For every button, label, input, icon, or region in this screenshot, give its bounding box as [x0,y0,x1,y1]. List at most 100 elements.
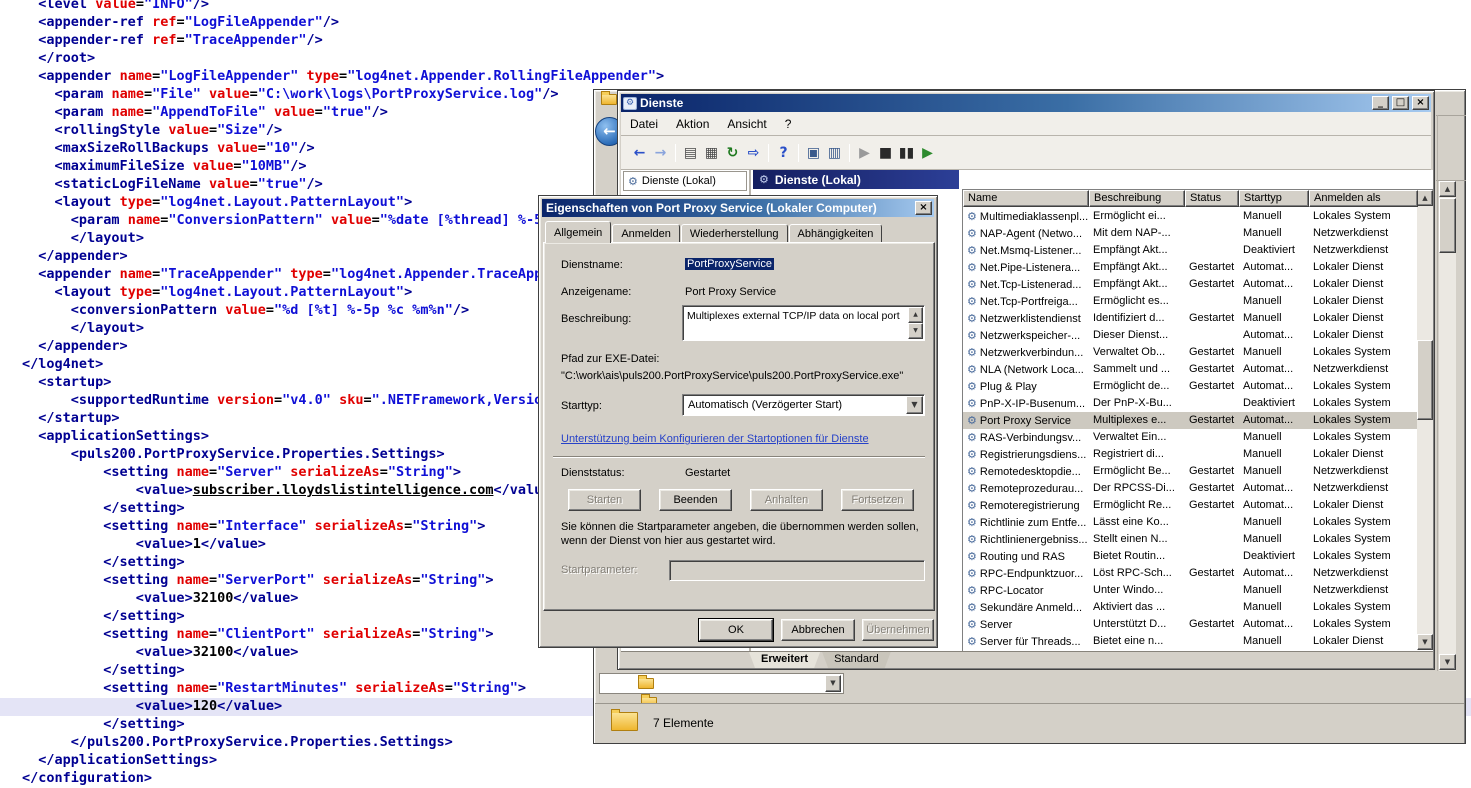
service-row[interactable]: ⚙ NAP-Agent (Netwo...Mit dem NAP-...Manu… [963,225,1417,242]
startup-help-link[interactable]: Unterstützung beim Konfigurieren der Sta… [561,433,869,445]
service-row[interactable]: ⚙ Net.Tcp-Portfreiga...Ermöglicht es...M… [963,293,1417,310]
forward-icon[interactable]: → [650,145,671,161]
explorer-scroll-thumb[interactable] [1439,198,1456,253]
cell: Manuell [1239,599,1309,616]
dialog-titlebar[interactable]: Eigenschaften von Port Proxy Service (Lo… [542,199,934,217]
service-row[interactable]: ⚙ RAS-Verbindungsv...Verwaltet Ein...Man… [963,429,1417,446]
properties-icon[interactable]: ▦ [701,145,722,161]
tree-root-item[interactable]: ⚙ Dienste (Lokal) [623,171,747,191]
fortsetzen-button[interactable]: Fortsetzen [841,489,914,511]
tree-root-label: Dienste (Lokal) [642,175,716,187]
cell: Deaktiviert [1239,242,1309,259]
view-tab-standard[interactable]: Standard [822,652,891,668]
service-row[interactable]: ⚙ NetzwerklistendienstIdentifiziert d...… [963,310,1417,327]
explorer-scroll-down-button[interactable]: ▼ [1439,654,1456,670]
dienstname-value[interactable]: PortProxyService [685,258,774,270]
service-row[interactable]: ⚙ PnP-X-IP-Busenum...Der PnP-X-Bu...Deak… [963,395,1417,412]
explorer-scroll-up-button[interactable]: ▲ [1439,181,1456,197]
section-divider [553,456,925,458]
view-tab-erweitert[interactable]: Erweitert [749,652,820,668]
start-service-icon[interactable]: ▶ [854,145,875,161]
menu-item-datei[interactable]: Datei [621,114,667,134]
starttyp-combobox[interactable]: Automatisch (Verzögerter Start) ▼ [682,394,925,416]
service-row[interactable]: ⚙ Remoteprozedurau...Der RPCSS-Di...Gest… [963,480,1417,497]
scroll-down-button[interactable]: ▼ [1417,634,1433,650]
service-row[interactable]: ⚙ RPC-LocatorUnter Windo...ManuellNetzwe… [963,582,1417,599]
service-row[interactable]: ⚙ Net.Msmq-Listener...Empfängt Akt...Dea… [963,242,1417,259]
scroll-thumb[interactable] [1417,340,1433,420]
help-icon[interactable]: ? [773,145,794,161]
dialog-tab-abhängigkeiten[interactable]: Abhängigkeiten [789,224,883,243]
dialog-close-button[interactable]: × [915,201,932,215]
service-row[interactable]: ⚙ RemoteregistrierungErmöglicht Re...Ges… [963,497,1417,514]
restart-service-icon[interactable]: ▶ [917,145,938,161]
export-list-icon[interactable]: ⇨ [743,145,764,161]
show-console-tree-icon[interactable]: ▤ [680,145,701,161]
scroll-up-button[interactable]: ▲ [1417,190,1433,206]
combo-dropdown-icon[interactable]: ▼ [825,675,841,692]
starten-button[interactable]: Starten [568,489,641,511]
service-icon: ⚙ [967,261,977,274]
beschreibung-textbox[interactable]: Multiplexes external TCP/IP data on loca… [682,305,925,341]
service-row[interactable]: ⚙ Remotedesktopdie...Ermöglicht Be...Ges… [963,463,1417,480]
close-button[interactable]: × [1412,96,1429,110]
column-header-starttyp[interactable]: Starttyp [1239,190,1309,207]
pause-service-icon[interactable]: ▮▮ [896,145,917,161]
anhalten-button[interactable]: Anhalten [750,489,823,511]
cell: Unter Windo... [1089,582,1185,599]
list-scrollbar[interactable]: ▲ ▼ [1417,190,1433,650]
übernehmen-button[interactable]: Übernehmen [862,619,934,641]
service-row[interactable]: ⚙ ServerUnterstützt D...GestartetAutomat… [963,616,1417,633]
cell: ⚙ RAS-Verbindungsv... [963,429,1089,446]
folder-combo[interactable]: ▼ [599,673,844,694]
minimize-button[interactable]: _ [1372,96,1389,110]
service-row[interactable]: ⚙ Port Proxy ServiceMultiplexes e...Gest… [963,412,1417,429]
menu-item-help[interactable]: ? [776,114,801,134]
service-row[interactable]: ⚙ Sekundäre Anmeld...Aktiviert das ...Ma… [963,599,1417,616]
starttyp-dropdown-icon[interactable]: ▼ [906,396,923,414]
service-row[interactable]: ⚙ Routing und RASBietet Routin...Deaktiv… [963,548,1417,565]
back-icon[interactable]: ← [629,145,650,161]
service-row[interactable]: ⚙ Richtlinie zum Entfe...Lässt eine Ko..… [963,514,1417,531]
column-header-anmelden-als[interactable]: Anmelden als [1309,190,1418,207]
dialog-tab-allgemein[interactable]: Allgemein [545,221,611,243]
action-pane-icon[interactable]: ▥ [824,145,845,161]
service-row[interactable]: ⚙ Net.Pipe-Listenera...Empfängt Akt...Ge… [963,259,1417,276]
ok-button[interactable]: OK [699,619,773,641]
service-row[interactable]: ⚙ Plug & PlayErmöglicht de...GestartetAu… [963,378,1417,395]
menu-item-ansicht[interactable]: Ansicht [718,114,775,134]
services-window-titlebar[interactable]: ⚙ Dienste _□× [621,94,1431,112]
beschreibung-scroll-up-icon[interactable]: ▲ [908,307,923,323]
service-row[interactable]: ⚙ Netzwerkverbindun...Verwaltet Ob...Ges… [963,344,1417,361]
service-row[interactable]: ⚙ NLA (Network Loca...Sammelt und ...Ges… [963,361,1417,378]
maximize-button[interactable]: □ [1392,96,1409,110]
stop-service-icon[interactable]: ■ [875,145,896,161]
menu-item-aktion[interactable]: Aktion [667,114,718,134]
show-window-icon[interactable]: ▣ [803,145,824,161]
explorer-scrollbar[interactable]: ▲ ▼ [1439,181,1456,671]
service-row[interactable]: ⚙ RPC-Endpunktzuor...Löst RPC-Sch...Gest… [963,565,1417,582]
cell: Manuell [1239,429,1309,446]
cell: ⚙ Net.Pipe-Listenera... [963,259,1089,276]
beschreibung-scroll-down-icon[interactable]: ▼ [908,323,923,339]
toolbar-separator [849,144,850,162]
startparameter-input[interactable] [669,560,925,581]
service-row[interactable]: ⚙ Server für Threads...Bietet eine n...M… [963,633,1417,650]
column-header-status[interactable]: Status [1185,190,1239,207]
service-row[interactable]: ⚙ Netzwerkspeicher-...Dieser Dienst...Au… [963,327,1417,344]
abbrechen-button[interactable]: Abbrechen [781,619,855,641]
cell: Ermöglicht Re... [1089,497,1185,514]
dialog-tab-anmelden[interactable]: Anmelden [612,224,680,243]
refresh-icon[interactable]: ↻ [722,145,743,161]
column-header-name[interactable]: Name [963,190,1089,207]
service-row[interactable]: ⚙ Registrierungsdiens...Registriert di..… [963,446,1417,463]
service-row[interactable]: ⚙ Richtlinienergebniss...Stellt einen N.… [963,531,1417,548]
cell: Netzwerkdienst [1309,480,1418,497]
beenden-button[interactable]: Beenden [659,489,732,511]
dialog-tab-wiederherstellung[interactable]: Wiederherstellung [681,224,788,243]
cell: Lokaler Dienst [1309,259,1418,276]
cell: ⚙ Netzwerkspeicher-... [963,327,1089,344]
service-row[interactable]: ⚙ Net.Tcp-Listenerad...Empfängt Akt...Ge… [963,276,1417,293]
service-row[interactable]: ⚙ Multimediaklassenpl...Ermöglicht ei...… [963,208,1417,225]
column-header-beschreibung[interactable]: Beschreibung [1089,190,1185,207]
